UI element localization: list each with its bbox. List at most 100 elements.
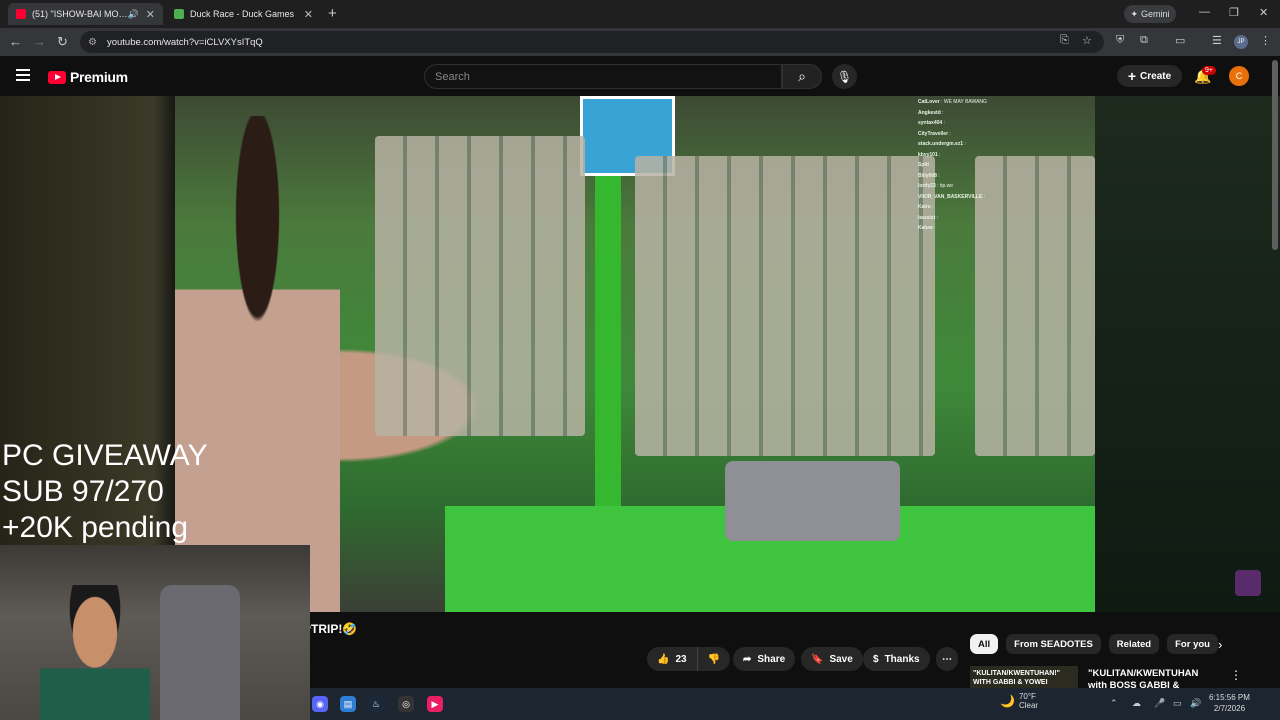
chat-username: Billy008 [918,172,937,179]
chat-message: bassist : [918,213,1028,224]
url-text: youtube.com/watch?v=iCLVXYsITqQ [106,36,263,48]
chip-all[interactable]: All [970,634,999,654]
chat-separator: : [932,225,936,231]
chat-username: syntax404 [918,120,943,126]
video-side-area [1095,96,1280,612]
chat-text: WE MAY BAWANG [943,99,987,105]
like-count: 23 [675,653,687,665]
share-button[interactable]: ➦ Share [733,647,796,671]
new-tab-button[interactable]: + [328,5,337,22]
reading-list-icon[interactable]: ☰ [1212,34,1222,47]
gemini-button[interactable]: ✦ Gemini [1124,5,1176,23]
chrome-menu-icon[interactable]: ⋮ [1260,34,1271,47]
tray-chevron-up-icon[interactable]: ⌃ [1110,698,1118,709]
dislike-button[interactable]: 👎 [696,647,731,671]
chat-separator: : [948,130,951,137]
menu-hamburger-icon[interactable] [16,69,30,84]
more-actions-group: ⋯ [936,647,958,671]
recommendation-chips: All From SEADOTES Related For you [970,634,1218,654]
minimize-icon[interactable]: — [1199,6,1210,18]
digital-scale [725,461,900,541]
more-actions-button[interactable]: ⋯ [936,647,958,671]
chat-message: CityTraveller : [918,129,1028,140]
taskbar-clock[interactable]: 6:15:56 PM 2/7/2026 [1209,692,1250,714]
discord-icon[interactable]: ◉ [312,696,328,712]
chat-separator: : [937,151,941,158]
extensions-puzzle-icon[interactable]: ⧉ [1140,34,1148,47]
cast-icon[interactable]: ▭ [1175,34,1185,47]
tab-title: (51) "ISHOW-BAI MODE NA [32,9,128,19]
restore-icon[interactable]: ❐ [1229,6,1239,19]
search-input[interactable]: Search [424,64,782,89]
bookmark-icon: 🔖 [811,653,824,665]
site-info-icon[interactable]: ⚙ [88,37,97,48]
speaker-icon[interactable]: 🔊 [128,9,139,20]
video-title: PTRIP!🤣 [303,622,358,636]
recommendation-thumbnail[interactable]: "KULITAN/KWENTUHAN!" WITH GABBI & YOWEI … [970,666,1078,690]
duck-games-favicon-icon [174,9,184,19]
chat-message: syntax404 : [918,118,1028,129]
share-group: ➦ Share [733,647,796,671]
chevron-right-icon[interactable]: › [1218,637,1222,652]
browser-toolbar: ← → ↻ ⚙ youtube.com/watch?v=iCLVXYsITqQ … [0,28,1280,56]
account-avatar[interactable]: C [1229,66,1249,86]
tray-cloud-icon[interactable]: ☁ [1132,698,1141,709]
tray-volume-icon[interactable]: 🔊 [1190,698,1201,709]
media-player-icon[interactable]: ▶ [427,696,443,712]
youtube-favicon-icon [16,9,26,19]
shield-extension-icon[interactable]: ⛨ [1116,34,1124,47]
tray-mic-icon[interactable]: 🎤 [1154,698,1165,709]
like-button[interactable]: 👍 23 [647,647,697,671]
logo-text: Premium [70,69,128,85]
youtube-premium-logo[interactable]: Premium [48,69,128,85]
chip-from-seadotes[interactable]: From SEADOTES [1006,634,1101,654]
chip-related[interactable]: Related [1108,634,1160,654]
chat-message: Kaluw : [918,223,1028,234]
close-tab-icon[interactable]: ✕ [146,8,155,21]
notepad-icon[interactable]: ▤ [340,696,356,712]
close-tab-icon[interactable]: ✕ [304,8,313,21]
gaming-chair [160,585,240,720]
chat-separator: : [940,109,944,116]
page-scrollbar[interactable] [1272,60,1278,250]
steam-icon[interactable]: ♨ [368,696,384,712]
search-button[interactable]: ⌕ [782,64,822,89]
weather-widget[interactable]: 🌙 70°F Clear [1000,692,1038,710]
address-bar[interactable]: ⚙ youtube.com/watch?v=iCLVXYsITqQ [80,31,1104,53]
thanks-label: Thanks [884,653,920,665]
create-button[interactable]: + Create [1117,65,1182,87]
recommendation-title[interactable]: "KULITAN/KWENTUHAN with BOSS GABBI & YOW… [1088,668,1218,690]
tray-monitor-icon[interactable]: ▭ [1173,698,1182,709]
reload-icon[interactable]: ↻ [57,34,68,50]
tab-duck-race[interactable]: Duck Race - Duck Games ✕ [166,3,321,25]
streamer-webcam [0,545,310,720]
bookmark-star-icon[interactable]: ☆ [1082,34,1092,47]
voice-search-button[interactable]: 🎙 [832,64,857,89]
thanks-dollar-icon: $ [873,653,879,665]
chat-username: lordy23 [918,183,936,189]
save-label: Save [829,653,853,665]
hanging-goods [635,156,935,456]
emote-icon [1235,570,1261,596]
giveaway-line: SUB 97/270 [2,475,164,508]
install-icon[interactable]: ⎘ [1060,34,1069,47]
chat-separator: : [942,120,945,126]
save-button[interactable]: 🔖 Save [801,647,863,671]
share-arrow-icon: ➦ [743,653,752,665]
forward-icon[interactable]: → [33,34,46,49]
browser-profile-avatar[interactable]: JP [1234,35,1248,49]
like-dislike-group: 👍 23 👎 [647,647,731,671]
youtube-play-logo-icon [48,70,66,84]
chat-separator: : [935,214,939,221]
back-icon[interactable]: ← [9,34,22,49]
giveaway-overlay: PC GIVEAWAY SUB 97/270 +20K pending [2,438,208,546]
chat-username: kbvy101 [918,151,938,158]
chat-separator: : [930,204,934,210]
tab-youtube[interactable]: (51) "ISHOW-BAI MODE NA 🔊 ✕ [8,3,163,25]
chip-for-you[interactable]: For you [1167,634,1218,654]
recommendation-menu-icon[interactable]: ⋮ [1230,668,1242,682]
close-window-icon[interactable]: ✕ [1259,6,1268,19]
obs-icon[interactable]: ◎ [398,696,414,712]
thanks-button[interactable]: $ Thanks [863,647,930,671]
chat-username: CityTraveller [918,130,949,137]
